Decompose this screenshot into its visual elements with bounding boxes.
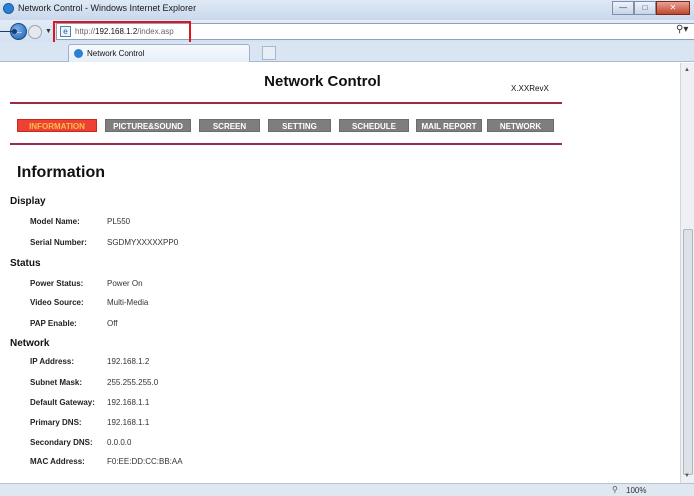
pap-enable-value: Off <box>107 319 118 328</box>
secondary-dns-value: 0.0.0.0 <box>107 438 132 447</box>
primary-dns-label: Primary DNS: <box>30 418 82 427</box>
model-name-value: PL550 <box>107 217 131 226</box>
address-highlight-box <box>53 21 191 44</box>
scroll-down-arrow-icon[interactable]: ▼ <box>684 473 690 479</box>
serial-number-value: SGDMYXXXXXPP0 <box>107 238 179 247</box>
maximize-button[interactable]: □ <box>634 1 656 15</box>
menu-information[interactable]: INFORMATION <box>17 119 97 132</box>
power-status-label: Power Status: <box>30 279 84 288</box>
history-dropdown-icon[interactable]: ▼ <box>45 28 52 35</box>
search-icon[interactable]: ⚲▾ <box>676 24 688 35</box>
close-button[interactable]: ✕ <box>656 1 690 15</box>
menu-network[interactable]: NETWORK <box>487 119 554 132</box>
menu-schedule[interactable]: SCHEDULE <box>339 119 409 132</box>
section-network-title: Network <box>10 338 50 349</box>
tab-label: Network Control <box>87 49 145 58</box>
secondary-dns-label: Secondary DNS: <box>30 438 93 447</box>
pap-enable-label: PAP Enable: <box>30 319 77 328</box>
video-source-label: Video Source: <box>30 298 84 307</box>
menu-screen[interactable]: SCREEN <box>199 119 260 132</box>
top-divider <box>10 102 562 104</box>
mac-address-label: MAC Address: <box>30 457 85 466</box>
information-heading: Information <box>17 164 105 181</box>
page-content: Network Control X.XXRevX INFORMATION PIC… <box>0 63 680 483</box>
window-title: Network Control - Windows Internet Explo… <box>18 3 197 13</box>
vertical-scrollbar[interactable]: ▲ ▼ <box>680 63 694 483</box>
menu-setting[interactable]: SETTING <box>268 119 331 132</box>
minimize-button[interactable]: — <box>612 1 634 15</box>
primary-dns-value: 192.168.1.1 <box>107 418 150 427</box>
firmware-version: X.XXRevX <box>511 84 549 93</box>
zoom-level[interactable]: 100% <box>626 486 646 495</box>
tab-network-control[interactable]: Network Control <box>68 44 250 62</box>
bottom-divider <box>10 143 562 145</box>
subnet-mask-value: 255.255.255.0 <box>107 378 159 387</box>
model-name-label: Model Name: <box>30 217 80 226</box>
power-status-value: Power On <box>107 279 143 288</box>
callout-dot <box>12 29 17 34</box>
new-tab-button[interactable] <box>262 46 276 60</box>
serial-number-label: Serial Number: <box>30 238 87 247</box>
forward-arrow-icon[interactable] <box>28 25 42 39</box>
window-controls: — □ ✕ <box>612 1 690 15</box>
tab-favicon-icon <box>74 49 83 58</box>
section-status-title: Status <box>10 258 41 269</box>
menu-mail-report[interactable]: MAIL REPORT <box>416 119 482 132</box>
zoom-icon: ⚲ <box>612 485 618 494</box>
scroll-up-arrow-icon[interactable]: ▲ <box>684 67 690 73</box>
ip-address-label: IP Address: <box>30 357 75 366</box>
window-titlebar: Network Control - Windows Internet Explo… <box>0 0 694 20</box>
tab-bar: Network Control <box>0 42 694 62</box>
default-gateway-value: 192.168.1.1 <box>107 398 150 407</box>
section-display-title: Display <box>10 196 46 207</box>
default-gateway-label: Default Gateway: <box>30 398 95 407</box>
ie-logo-icon <box>3 3 14 14</box>
video-source-value: Multi-Media <box>107 298 149 307</box>
subnet-mask-label: Subnet Mask: <box>30 378 83 387</box>
status-bar: ⚲ 100% <box>0 483 694 496</box>
scrollbar-thumb[interactable] <box>683 229 693 475</box>
ip-address-value: 192.168.1.2 <box>107 357 150 366</box>
menu-picture-sound[interactable]: PICTURE&SOUND <box>105 119 191 132</box>
mac-address-value: F0:EE:DD:CC:BB:AA <box>107 457 183 466</box>
